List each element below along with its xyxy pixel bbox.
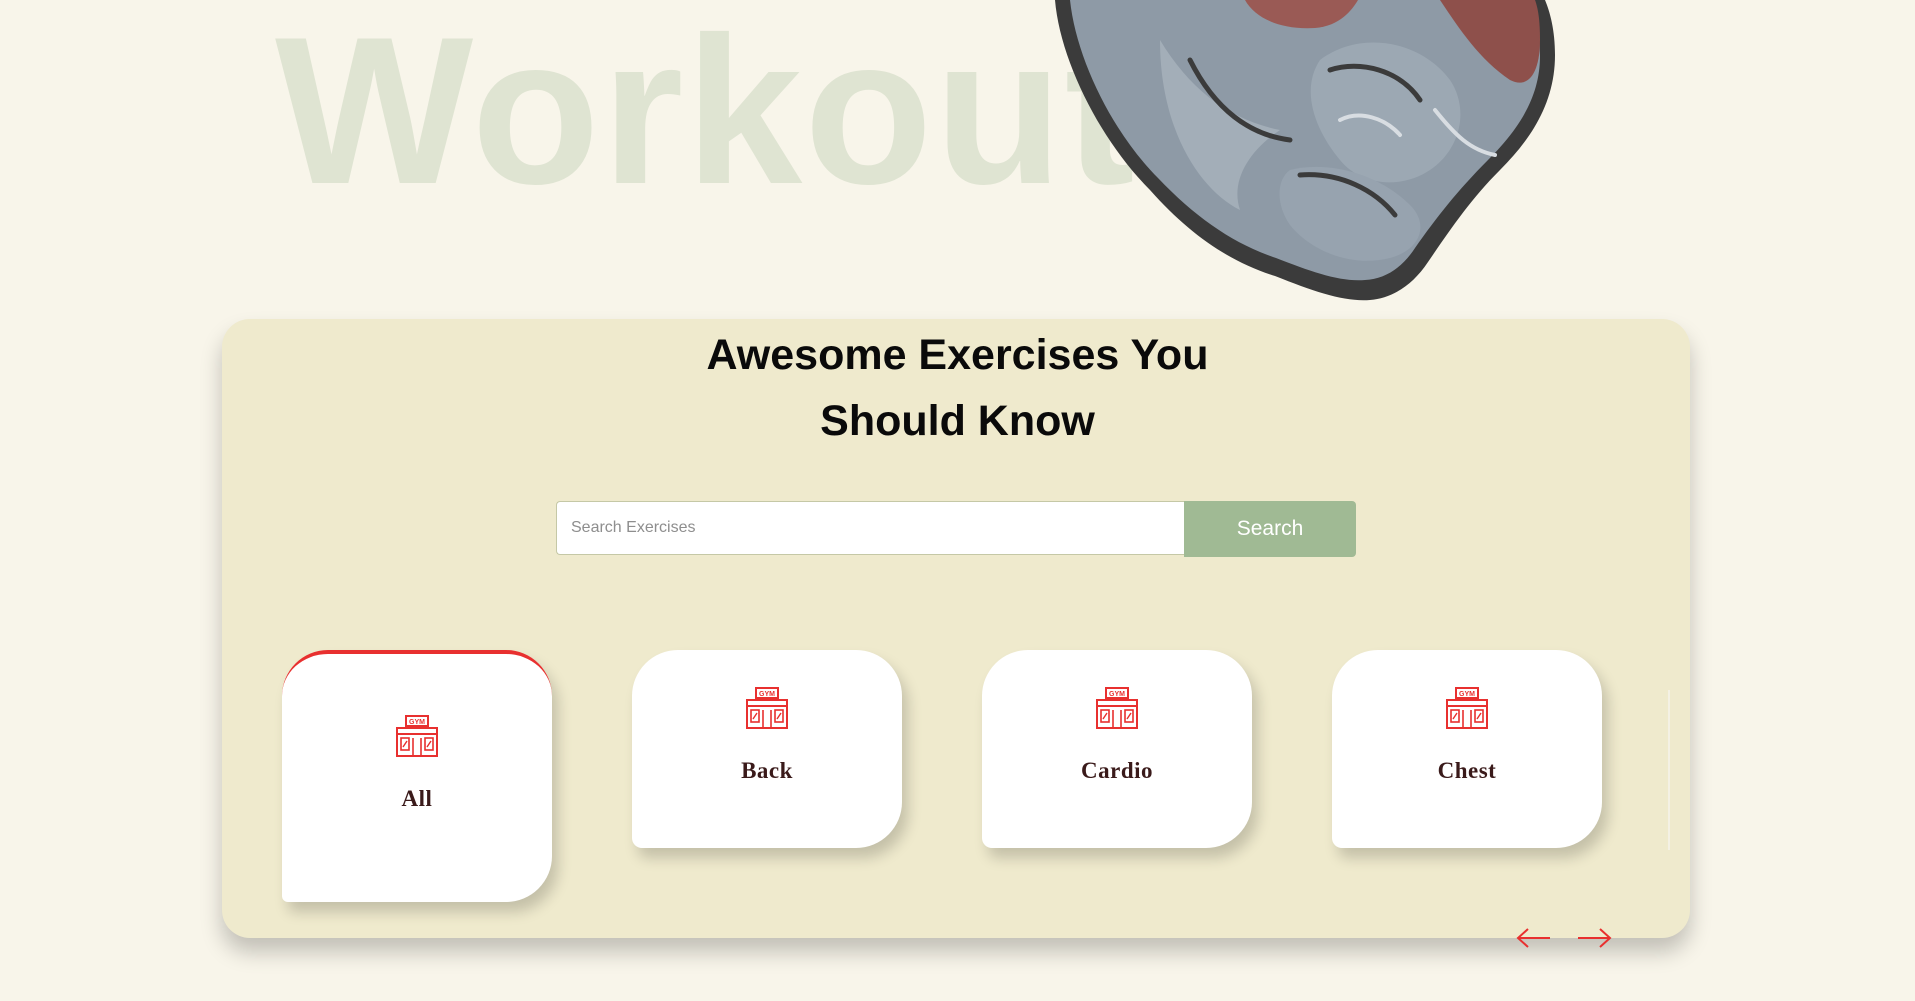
- category-card-all[interactable]: GYM All: [282, 650, 552, 902]
- svg-text:GYM: GYM: [1459, 691, 1475, 698]
- category-label: Chest: [1437, 758, 1497, 783]
- gym-building-icon: GYM: [396, 715, 438, 757]
- page: Workout Awesome Exercises You Should Kno…: [0, 0, 1915, 1001]
- arrow-right-icon[interactable]: [1576, 926, 1612, 950]
- arrow-left-icon[interactable]: [1516, 926, 1552, 950]
- category-label: All: [401, 786, 433, 811]
- category-card-chest[interactable]: GYM Chest: [1332, 650, 1602, 848]
- gym-building-icon: GYM: [1446, 687, 1488, 729]
- section-title-line-2: Should Know: [820, 397, 1095, 445]
- section-title: Awesome Exercises You Should Know: [0, 322, 1915, 454]
- gym-building-icon: GYM: [746, 687, 788, 729]
- svg-text:GYM: GYM: [759, 691, 775, 698]
- search-bar: Search: [556, 501, 1356, 557]
- search-input[interactable]: [556, 501, 1184, 555]
- scroll-edge: [1668, 690, 1670, 850]
- svg-text:GYM: GYM: [409, 719, 425, 726]
- category-card-back[interactable]: GYM Back: [632, 650, 902, 848]
- gym-building-icon: GYM: [1096, 687, 1138, 729]
- category-label: Cardio: [1081, 758, 1153, 783]
- section-title-line-1: Awesome Exercises You: [706, 331, 1209, 379]
- bicep-illustration: [1055, 0, 1555, 301]
- background-heading: Workout: [275, 0, 1137, 228]
- search-button[interactable]: Search: [1184, 501, 1356, 557]
- svg-text:GYM: GYM: [1109, 691, 1125, 698]
- category-card-cardio[interactable]: GYM Cardio: [982, 650, 1252, 848]
- category-label: Back: [741, 758, 793, 783]
